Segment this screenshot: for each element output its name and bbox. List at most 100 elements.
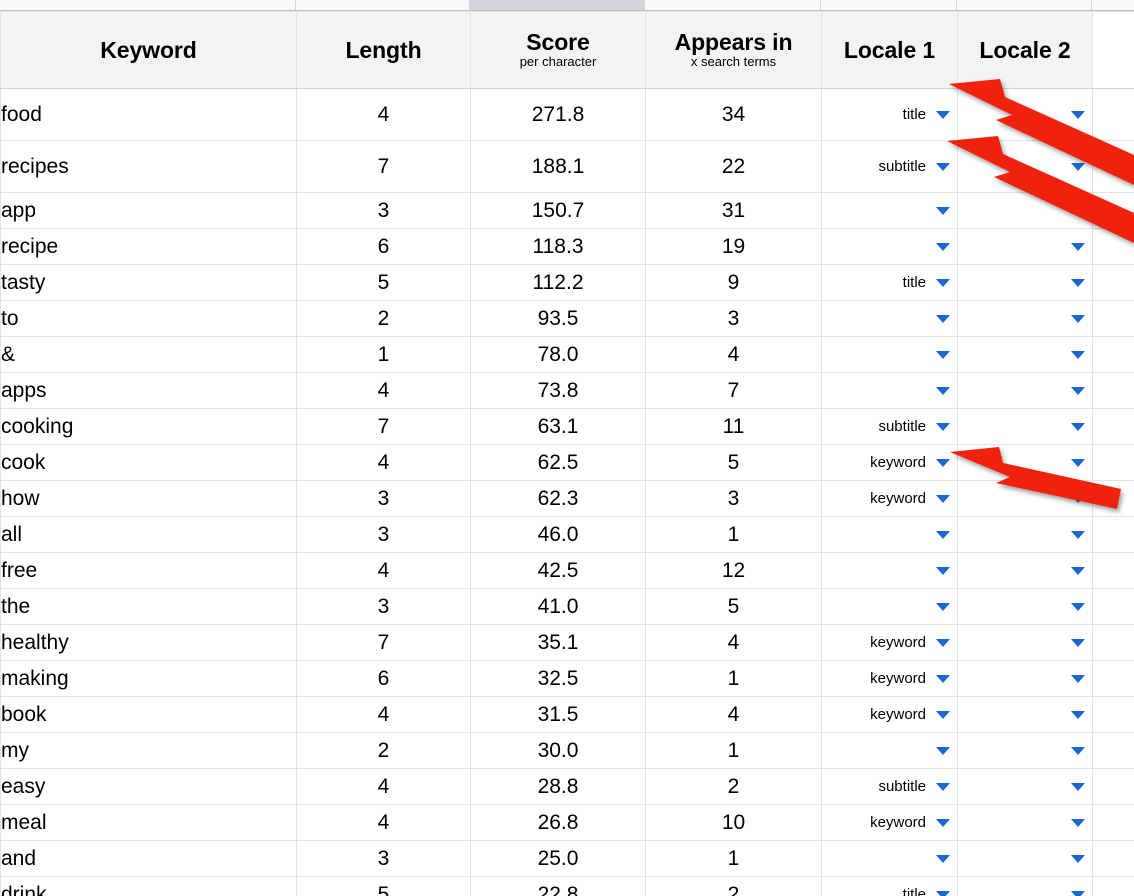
cell-length[interactable]: 5 <box>296 264 471 302</box>
header-cell-locale-2[interactable]: Locale 2 <box>957 10 1093 90</box>
chevron-down-icon[interactable] <box>1071 494 1085 503</box>
cell-score[interactable]: 62.3 <box>470 480 646 518</box>
column-header-locale-1[interactable] <box>821 0 957 10</box>
cell-length[interactable]: 2 <box>296 300 471 338</box>
chevron-down-icon[interactable] <box>1071 278 1085 287</box>
chevron-down-icon[interactable] <box>1071 350 1085 359</box>
cell-score[interactable]: 118.3 <box>470 228 646 266</box>
chevron-down-icon[interactable] <box>936 854 950 863</box>
cell-appears-in[interactable]: 5 <box>645 444 822 482</box>
cell-length[interactable]: 4 <box>296 372 471 410</box>
header-cell-appears-in[interactable]: Appears in x search terms <box>645 10 822 90</box>
chevron-down-icon[interactable] <box>1071 890 1085 896</box>
cell-appears-in[interactable]: 2 <box>645 768 822 806</box>
cell-locale2-dropdown[interactable] <box>957 660 1093 698</box>
cell-locale1-dropdown[interactable]: title <box>821 88 958 142</box>
cell-score[interactable]: 25.0 <box>470 840 646 878</box>
cell-length[interactable]: 7 <box>296 140 471 194</box>
header-cell-length[interactable]: Length <box>296 10 471 90</box>
chevron-down-icon[interactable] <box>1071 314 1085 323</box>
cell-score[interactable]: 46.0 <box>470 516 646 554</box>
cell-appears-in[interactable]: 1 <box>645 516 822 554</box>
cell-locale1-dropdown[interactable]: subtitle <box>821 408 958 446</box>
cell-length[interactable]: 4 <box>296 444 471 482</box>
column-header-appears-in[interactable] <box>645 0 821 10</box>
cell-locale1-dropdown[interactable]: subtitle <box>821 140 958 194</box>
header-cell-locale-1[interactable]: Locale 1 <box>821 10 958 90</box>
chevron-down-icon[interactable] <box>936 278 950 287</box>
cell-locale1-dropdown[interactable]: keyword <box>821 660 958 698</box>
cell-appears-in[interactable]: 9 <box>645 264 822 302</box>
chevron-down-icon[interactable] <box>1071 566 1085 575</box>
cell-score[interactable]: 63.1 <box>470 408 646 446</box>
cell-locale2-dropdown[interactable] <box>957 88 1093 142</box>
cell-locale2-dropdown[interactable] <box>957 696 1093 734</box>
column-header-keyword[interactable] <box>0 0 296 10</box>
column-header-next[interactable] <box>1092 0 1134 10</box>
cell-appears-in[interactable]: 1 <box>645 840 822 878</box>
chevron-down-icon[interactable] <box>1071 674 1085 683</box>
cell-locale1-dropdown[interactable]: keyword <box>821 804 958 842</box>
chevron-down-icon[interactable] <box>936 674 950 683</box>
chevron-down-icon[interactable] <box>1071 162 1085 171</box>
chevron-down-icon[interactable] <box>936 710 950 719</box>
cell-keyword[interactable]: meal <box>0 804 297 842</box>
cell-keyword[interactable]: apps <box>0 372 297 410</box>
column-header-score[interactable] <box>470 0 645 10</box>
cell-length[interactable]: 7 <box>296 624 471 662</box>
column-header-locale-2[interactable] <box>957 0 1092 10</box>
cell-locale2-dropdown[interactable] <box>957 408 1093 446</box>
cell-locale1-dropdown[interactable] <box>821 300 958 338</box>
cell-appears-in[interactable]: 1 <box>645 732 822 770</box>
cell-appears-in[interactable]: 5 <box>645 588 822 626</box>
chevron-down-icon[interactable] <box>936 386 950 395</box>
cell-appears-in[interactable]: 19 <box>645 228 822 266</box>
cell-locale2-dropdown[interactable] <box>957 228 1093 266</box>
chevron-down-icon[interactable] <box>1071 110 1085 119</box>
chevron-down-icon[interactable] <box>936 638 950 647</box>
cell-keyword[interactable]: the <box>0 588 297 626</box>
chevron-down-icon[interactable] <box>936 746 950 755</box>
cell-locale1-dropdown[interactable]: subtitle <box>821 768 958 806</box>
cell-score[interactable]: 62.5 <box>470 444 646 482</box>
cell-locale2-dropdown[interactable] <box>957 140 1093 194</box>
cell-appears-in[interactable]: 4 <box>645 696 822 734</box>
cell-keyword[interactable]: recipes <box>0 140 297 194</box>
cell-appears-in[interactable]: 11 <box>645 408 822 446</box>
cell-score[interactable]: 41.0 <box>470 588 646 626</box>
cell-locale2-dropdown[interactable] <box>957 876 1093 896</box>
cell-locale2-dropdown[interactable] <box>957 768 1093 806</box>
cell-locale2-dropdown[interactable] <box>957 300 1093 338</box>
cell-score[interactable]: 73.8 <box>470 372 646 410</box>
header-cell-score[interactable]: Score per character <box>470 10 646 90</box>
cell-locale1-dropdown[interactable] <box>821 192 958 230</box>
cell-locale1-dropdown[interactable] <box>821 228 958 266</box>
cell-score[interactable]: 31.5 <box>470 696 646 734</box>
cell-length[interactable]: 1 <box>296 336 471 374</box>
chevron-down-icon[interactable] <box>1071 422 1085 431</box>
cell-keyword[interactable]: to <box>0 300 297 338</box>
cell-length[interactable]: 3 <box>296 480 471 518</box>
cell-score[interactable]: 112.2 <box>470 264 646 302</box>
cell-keyword[interactable]: cook <box>0 444 297 482</box>
chevron-down-icon[interactable] <box>1071 530 1085 539</box>
cell-locale2-dropdown[interactable] <box>957 732 1093 770</box>
cell-appears-in[interactable]: 31 <box>645 192 822 230</box>
cell-score[interactable]: 188.1 <box>470 140 646 194</box>
cell-length[interactable]: 4 <box>296 88 471 142</box>
cell-length[interactable]: 6 <box>296 660 471 698</box>
chevron-down-icon[interactable] <box>936 314 950 323</box>
chevron-down-icon[interactable] <box>936 566 950 575</box>
chevron-down-icon[interactable] <box>936 818 950 827</box>
cell-keyword[interactable]: free <box>0 552 297 590</box>
header-cell-keyword[interactable]: Keyword <box>0 10 297 90</box>
cell-keyword[interactable]: food <box>0 88 297 142</box>
cell-keyword[interactable]: recipe <box>0 228 297 266</box>
cell-appears-in[interactable]: 22 <box>645 140 822 194</box>
cell-locale1-dropdown[interactable] <box>821 552 958 590</box>
cell-score[interactable]: 32.5 <box>470 660 646 698</box>
chevron-down-icon[interactable] <box>936 422 950 431</box>
cell-score[interactable]: 93.5 <box>470 300 646 338</box>
cell-locale2-dropdown[interactable] <box>957 444 1093 482</box>
chevron-down-icon[interactable] <box>1071 458 1085 467</box>
